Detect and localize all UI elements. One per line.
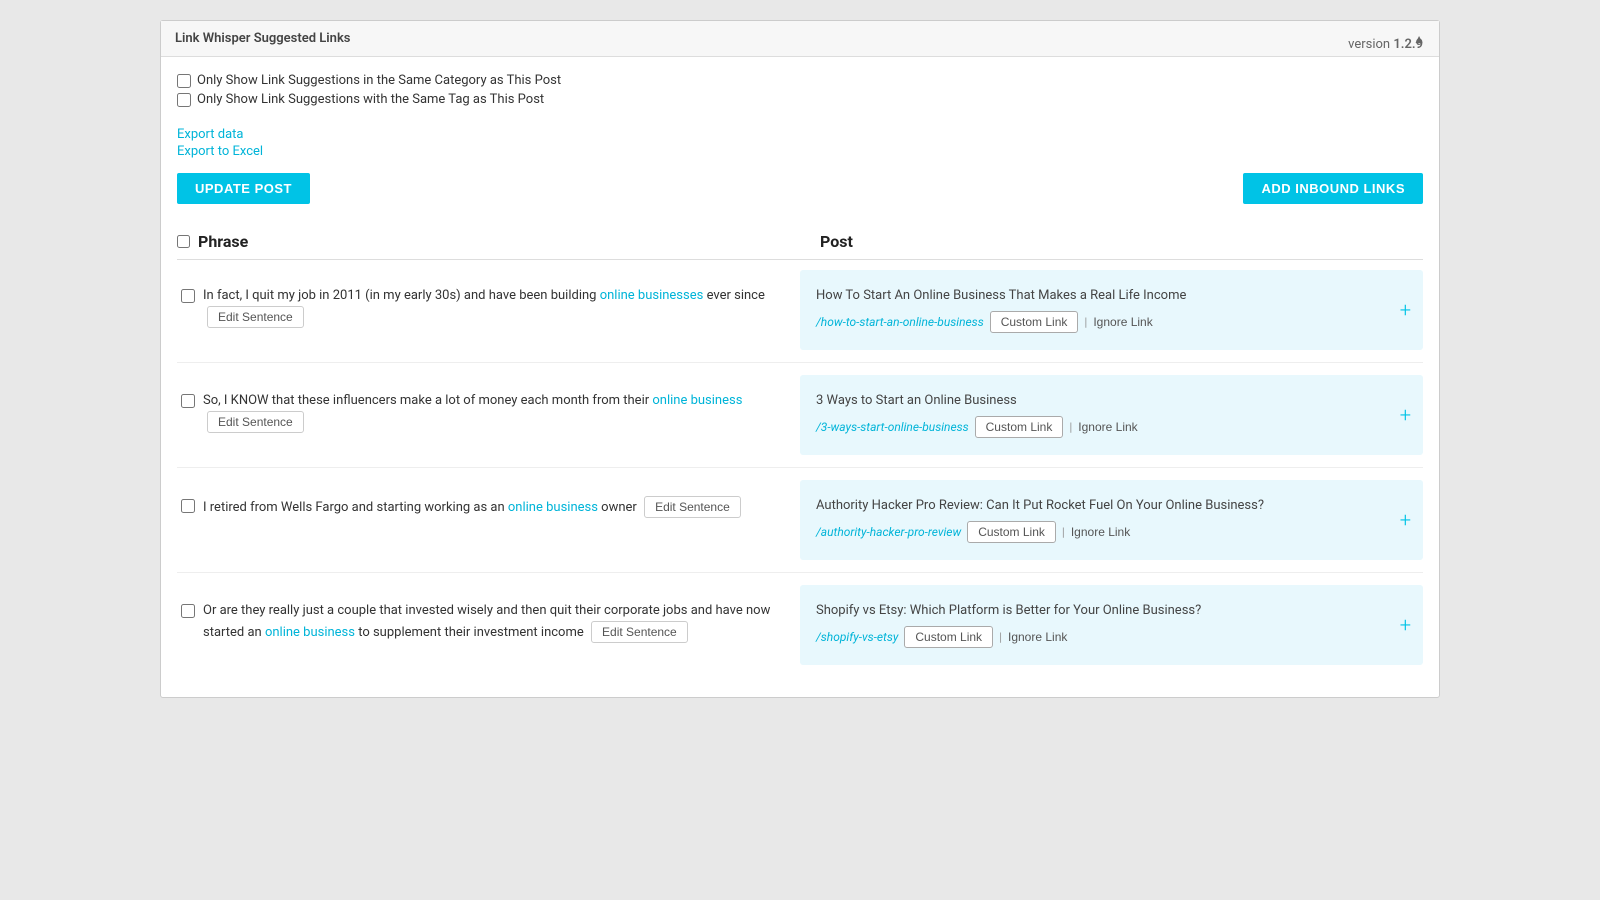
table-row: So, I KNOW that these influencers make a… — [177, 375, 1423, 455]
row-checkbox-4[interactable] — [181, 604, 195, 618]
phrase-col-1: In fact, I quit my job in 2011 (in my ea… — [177, 270, 800, 350]
post-column-header: Post — [800, 232, 1423, 251]
export-excel-link[interactable]: Export to Excel — [177, 144, 1423, 159]
divider-4: | — [999, 630, 1002, 644]
table-row: I retired from Wells Fargo and starting … — [177, 480, 1423, 560]
option-same-tag[interactable]: Only Show Link Suggestions with the Same… — [177, 92, 561, 107]
post-actions-4: /shopify-vs-etsy Custom Link | Ignore Li… — [816, 626, 1407, 648]
post-actions-1: /how-to-start-an-online-business Custom … — [816, 311, 1407, 333]
post-col-3: Authority Hacker Pro Review: Can It Put … — [800, 480, 1423, 560]
widget-title: Link Whisper Suggested Links — [175, 31, 351, 46]
version-number: 1.2.9 — [1393, 37, 1423, 52]
export-links-section: Export data Export to Excel — [177, 127, 1423, 159]
widget-header: Link Whisper Suggested Links ▲ — [161, 21, 1439, 57]
edit-sentence-button-1[interactable]: Edit Sentence — [207, 306, 304, 328]
options-section: Only Show Link Suggestions in the Same C… — [177, 73, 561, 107]
phrase-link-1[interactable]: online businesses — [600, 288, 704, 303]
post-slug-4: /shopify-vs-etsy — [816, 630, 898, 644]
post-actions-3: /authority-hacker-pro-review Custom Link… — [816, 521, 1407, 543]
phrase-col-2: So, I KNOW that these influencers make a… — [177, 375, 800, 455]
custom-link-button-4[interactable]: Custom Link — [904, 626, 993, 648]
option-same-category-label: Only Show Link Suggestions in the Same C… — [197, 73, 561, 88]
table-row: Or are they really just a couple that in… — [177, 585, 1423, 665]
table-row: In fact, I quit my job in 2011 (in my ea… — [177, 270, 1423, 350]
edit-sentence-button-3[interactable]: Edit Sentence — [644, 496, 741, 518]
action-bar: UPDATE POST ADD INBOUND LINKS — [177, 173, 1423, 204]
custom-link-button-2[interactable]: Custom Link — [975, 416, 1064, 438]
post-title-3: Authority Hacker Pro Review: Can It Put … — [816, 498, 1407, 513]
phrase-col-3: I retired from Wells Fargo and starting … — [177, 480, 800, 560]
row-checkbox-1[interactable] — [181, 289, 195, 303]
select-all-checkbox[interactable] — [177, 235, 190, 248]
post-slug-2: /3-ways-start-online-business — [816, 420, 969, 434]
version-label: version — [1348, 37, 1390, 52]
update-post-button[interactable]: UPDATE POST — [177, 173, 310, 204]
ignore-link-button-4[interactable]: Ignore Link — [1008, 630, 1067, 644]
post-col-4: Shopify vs Etsy: Which Platform is Bette… — [800, 585, 1423, 665]
option-same-category[interactable]: Only Show Link Suggestions in the Same C… — [177, 73, 561, 88]
post-slug-1: /how-to-start-an-online-business — [816, 315, 984, 329]
version-row: version 1.2.9 — [1348, 37, 1423, 52]
checkbox-same-tag[interactable] — [177, 93, 191, 107]
edit-sentence-button-2[interactable]: Edit Sentence — [207, 411, 304, 433]
phrase-text-1: In fact, I quit my job in 2011 (in my ea… — [203, 286, 784, 328]
phrase-link-4[interactable]: online business — [265, 625, 355, 640]
row-checkbox-2[interactable] — [181, 394, 195, 408]
ignore-link-button-3[interactable]: Ignore Link — [1071, 525, 1130, 539]
post-title-4: Shopify vs Etsy: Which Platform is Bette… — [816, 603, 1407, 618]
plus-icon-2[interactable]: + — [1400, 403, 1411, 427]
post-title-2: 3 Ways to Start an Online Business — [816, 393, 1407, 408]
divider-1: | — [1084, 315, 1087, 329]
post-slug-3: /authority-hacker-pro-review — [816, 525, 961, 539]
post-actions-2: /3-ways-start-online-business Custom Lin… — [816, 416, 1407, 438]
post-title-1: How To Start An Online Business That Mak… — [816, 288, 1407, 303]
widget-container: Link Whisper Suggested Links ▲ Only Show… — [160, 20, 1440, 698]
ignore-link-button-1[interactable]: Ignore Link — [1093, 315, 1152, 329]
phrase-col-4: Or are they really just a couple that in… — [177, 585, 800, 665]
plus-icon-4[interactable]: + — [1400, 613, 1411, 637]
add-inbound-button[interactable]: ADD INBOUND LINKS — [1243, 173, 1423, 204]
edit-sentence-button-4[interactable]: Edit Sentence — [591, 621, 688, 643]
checkbox-same-category[interactable] — [177, 74, 191, 88]
option-same-tag-label: Only Show Link Suggestions with the Same… — [197, 92, 544, 107]
phrase-link-3[interactable]: online business — [508, 500, 598, 515]
divider-3: | — [1062, 525, 1065, 539]
plus-icon-3[interactable]: + — [1400, 508, 1411, 532]
ignore-link-button-2[interactable]: Ignore Link — [1078, 420, 1137, 434]
custom-link-button-3[interactable]: Custom Link — [967, 521, 1056, 543]
export-data-link[interactable]: Export data — [177, 127, 1423, 142]
plus-icon-1[interactable]: + — [1400, 298, 1411, 322]
phrase-link-2[interactable]: online business — [652, 393, 742, 408]
custom-link-button-1[interactable]: Custom Link — [990, 311, 1079, 333]
divider-2: | — [1069, 420, 1072, 434]
phrase-text-4: Or are they really just a couple that in… — [203, 601, 784, 643]
phrase-column-header: Phrase — [177, 232, 800, 251]
phrase-text-2: So, I KNOW that these influencers make a… — [203, 391, 784, 433]
table-header: Phrase Post — [177, 224, 1423, 260]
post-col-2: 3 Ways to Start an Online Business /3-wa… — [800, 375, 1423, 455]
row-checkbox-3[interactable] — [181, 499, 195, 513]
post-col-1: How To Start An Online Business That Mak… — [800, 270, 1423, 350]
widget-body: Only Show Link Suggestions in the Same C… — [161, 57, 1439, 697]
phrase-text-3: I retired from Wells Fargo and starting … — [203, 496, 741, 518]
